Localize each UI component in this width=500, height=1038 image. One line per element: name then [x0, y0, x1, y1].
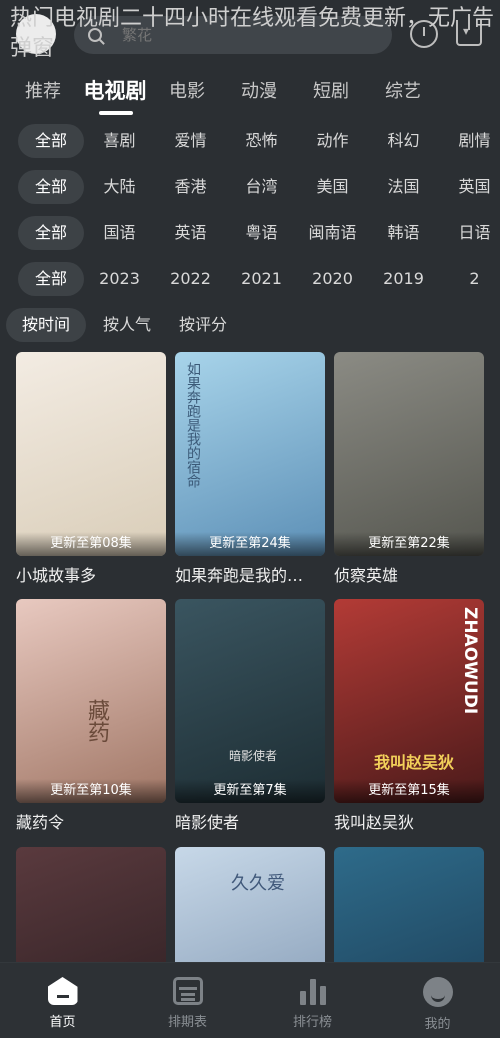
sort-by-time[interactable]: 按时间 — [6, 308, 87, 342]
sort-row: 按时间 按人气 按评分 — [0, 302, 500, 348]
filter-chip[interactable]: 动作 — [297, 124, 368, 158]
tab-tv-series[interactable]: 电视剧 — [75, 75, 155, 115]
tab-anime[interactable]: 动漫 — [219, 77, 299, 103]
filter-row-language: 全部 国语 英语 粤语 闽南语 韩语 日语 — [0, 210, 500, 256]
series-card[interactable]: 藏药 更新至第10集 藏药令 — [16, 599, 166, 833]
filter-chip[interactable]: 2019 — [368, 262, 439, 296]
filter-chip[interactable]: 美国 — [297, 170, 368, 204]
update-badge: 更新至第10集 — [16, 779, 166, 803]
tab-variety[interactable]: 综艺 — [363, 77, 443, 103]
series-title[interactable]: 如果奔跑是我的… — [175, 562, 327, 586]
home-icon — [47, 977, 78, 1005]
series-card[interactable]: 暗影使者 更新至第7集 暗影使者 — [175, 599, 325, 833]
filter-chip[interactable]: 2 — [439, 262, 500, 296]
filter-chip[interactable]: 法国 — [368, 170, 439, 204]
update-badge: 更新至第22集 — [334, 532, 484, 556]
poster-image[interactable]: 更新至第08集 — [16, 352, 166, 556]
sort-by-rating[interactable]: 按评分 — [168, 308, 238, 342]
poster-title: 久久爱 — [231, 873, 285, 894]
filter-chip[interactable]: 国语 — [84, 216, 155, 250]
tab-movies[interactable]: 电影 — [147, 77, 227, 103]
series-card[interactable]: 更新至第22集 侦察英雄 — [334, 352, 484, 586]
bar-chart-icon — [298, 977, 328, 1005]
download-icon[interactable] — [456, 14, 482, 46]
filter-panel: 全部 喜剧 爱情 恐怖 动作 科幻 剧情 全部 大陆 香港 台湾 美国 法国 英… — [0, 118, 500, 348]
filter-chip[interactable]: 爱情 — [155, 124, 226, 158]
filter-chip[interactable]: 恐怖 — [226, 124, 297, 158]
series-title[interactable]: 我叫赵吴狄 — [334, 809, 486, 833]
poster-image[interactable]: 藏药 更新至第10集 — [16, 599, 166, 803]
sort-by-popularity[interactable]: 按人气 — [92, 308, 162, 342]
nav-label: 排期表 — [167, 1015, 207, 1030]
filter-row-region: 全部 大陆 香港 台湾 美国 法国 英国 — [0, 164, 500, 210]
poster-image[interactable]: 更新至第22集 — [334, 352, 484, 556]
update-badge: 更新至第08集 — [16, 532, 166, 556]
filter-chip[interactable]: 大陆 — [84, 170, 155, 204]
filter-chip[interactable]: 2020 — [297, 262, 368, 296]
series-card[interactable]: 如果奔跑是我的宿命 更新至第24集 如果奔跑是我的… — [175, 352, 325, 586]
nav-ranking[interactable]: 排行榜 — [250, 963, 375, 1038]
nav-home[interactable]: 首页 — [0, 963, 125, 1038]
poster-image[interactable]: 如果奔跑是我的宿命 更新至第24集 — [175, 352, 325, 556]
filter-chip[interactable]: 2023 — [84, 262, 155, 296]
category-tabs: 推荐 电视剧 电影 动漫 短剧 综艺 — [0, 70, 500, 115]
poster-image[interactable]: 我叫赵吴狄 ZHAOWUDI 更新至第15集 — [334, 599, 484, 803]
nav-schedule[interactable]: 排期表 — [125, 963, 250, 1038]
filter-chip[interactable]: 2022 — [155, 262, 226, 296]
filter-chip[interactable]: 喜剧 — [84, 124, 155, 158]
filter-chip[interactable]: 英国 — [439, 170, 500, 204]
update-badge: 更新至第7集 — [175, 779, 325, 803]
poster-side-text: ZHAOWUDI — [460, 607, 480, 715]
filter-chip[interactable]: 粤语 — [226, 216, 297, 250]
filter-language-all[interactable]: 全部 — [18, 216, 85, 250]
poster-title: 我叫赵吴狄 — [374, 753, 455, 772]
filter-chip[interactable]: 剧情 — [439, 124, 500, 158]
filter-row-genre: 全部 喜剧 爱情 恐怖 动作 科幻 剧情 — [0, 118, 500, 164]
search-icon — [88, 28, 102, 42]
filter-chip[interactable]: 2021 — [226, 262, 297, 296]
series-card[interactable]: 我叫赵吴狄 ZHAOWUDI 更新至第15集 我叫赵吴狄 — [334, 599, 484, 833]
app-header: 推荐 电视剧 电影 动漫 短剧 综艺 — [0, 0, 500, 115]
filter-chip[interactable]: 香港 — [155, 170, 226, 204]
tab-recommend[interactable]: 推荐 — [3, 77, 83, 103]
update-badge: 更新至第15集 — [334, 779, 484, 803]
bottom-nav: 首页 排期表 排行榜 我的 — [0, 962, 500, 1038]
filter-row-year: 全部 2023 2022 2021 2020 2019 2 — [0, 256, 500, 302]
filter-chip[interactable]: 台湾 — [226, 170, 297, 204]
filter-chip[interactable]: 韩语 — [368, 216, 439, 250]
history-icon[interactable] — [410, 20, 438, 48]
smiley-icon — [422, 977, 453, 1007]
nav-label: 首页 — [49, 1015, 76, 1030]
search-input[interactable] — [122, 26, 382, 44]
app-logo[interactable] — [16, 14, 56, 54]
poster-title: 藏药 — [84, 699, 109, 743]
poster-title: 暗影使者 — [229, 749, 278, 763]
series-title[interactable]: 藏药令 — [16, 809, 168, 833]
series-card[interactable]: 更新至第08集 小城故事多 — [16, 352, 166, 586]
filter-region-all[interactable]: 全部 — [18, 170, 85, 204]
nav-profile[interactable]: 我的 — [375, 963, 500, 1038]
filter-year-all[interactable]: 全部 — [18, 262, 85, 296]
calendar-icon — [172, 977, 203, 1005]
nav-label: 排行榜 — [292, 1015, 332, 1030]
filter-genre-all[interactable]: 全部 — [18, 124, 85, 158]
filter-chip[interactable]: 科幻 — [368, 124, 439, 158]
search-bar[interactable] — [74, 16, 392, 54]
filter-chip[interactable]: 日语 — [439, 216, 500, 250]
poster-image[interactable]: 暗影使者 更新至第7集 — [175, 599, 325, 803]
series-title[interactable]: 侦察英雄 — [334, 562, 486, 586]
series-title[interactable]: 小城故事多 — [16, 562, 168, 586]
filter-chip[interactable]: 英语 — [155, 216, 226, 250]
tab-short-drama[interactable]: 短剧 — [291, 77, 371, 103]
poster-title: 如果奔跑是我的宿命 — [185, 362, 201, 488]
filter-chip[interactable]: 闽南语 — [297, 216, 368, 250]
series-title[interactable]: 暗影使者 — [175, 809, 327, 833]
nav-label: 我的 — [424, 1017, 451, 1032]
update-badge: 更新至第24集 — [175, 532, 325, 556]
